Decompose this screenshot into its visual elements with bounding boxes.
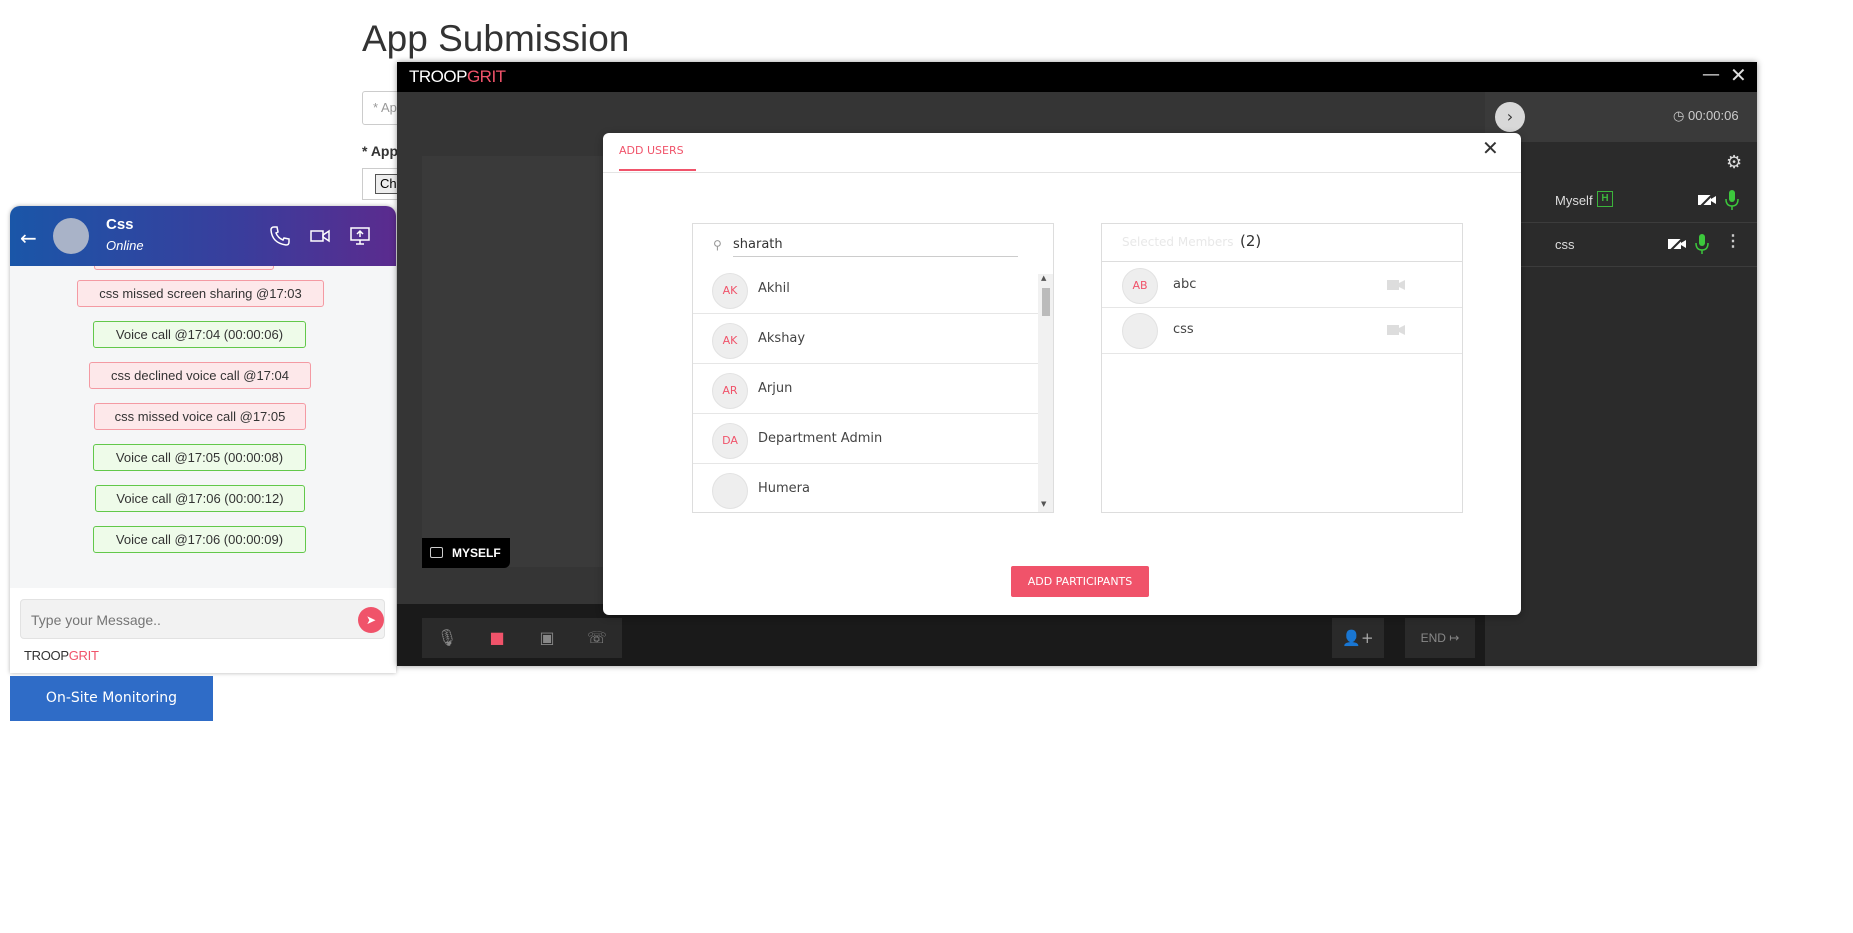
add-participant-icon[interactable]: 👤+ <box>1332 618 1384 658</box>
message-bubble: css missed screen sharing @17:03 <box>77 280 324 307</box>
message-bubble: css missed voice call @17:05 <box>94 403 306 430</box>
more-options-icon[interactable]: ⋮ <box>1725 231 1741 251</box>
avatar <box>1122 313 1158 349</box>
avatar: AK <box>712 273 748 309</box>
scroll-up-icon[interactable]: ▲ <box>1041 274 1046 282</box>
screen-share-icon[interactable] <box>348 224 372 248</box>
close-icon[interactable]: ✕ <box>1482 136 1499 160</box>
video-off-icon[interactable] <box>1667 235 1687 253</box>
message-input-box[interactable]: ➤ <box>20 599 385 639</box>
message-bubble: Voice call @17:04 (00:00:06) <box>93 321 306 348</box>
video-icon[interactable] <box>1387 324 1405 336</box>
message-bubble: Voice call @17:06 (00:00:09) <box>93 526 306 553</box>
microphone-icon[interactable]: 🎙 <box>422 618 472 658</box>
member-name: abc <box>1173 277 1197 292</box>
camera-icon <box>430 547 443 558</box>
selected-count: (2) <box>1240 232 1262 250</box>
scrollbar[interactable]: ▲ ▼ <box>1038 274 1053 512</box>
host-badge: H <box>1597 191 1613 207</box>
avatar: DA <box>712 423 748 459</box>
chevron-right-icon[interactable]: › <box>1495 102 1525 132</box>
call-timer: ◷ 00:00:06 <box>1673 108 1739 123</box>
user-name: Akhil <box>758 281 790 296</box>
participants-panel: › ◷ 00:00:06 ⚙ Myself H css ⋮ <box>1485 92 1757 666</box>
search-input[interactable] <box>733 233 1018 257</box>
list-item[interactable]: AR Arjun <box>693 364 1038 414</box>
file-chooser[interactable]: Ch <box>362 168 403 200</box>
avatar: AK <box>712 323 748 359</box>
app-field-label: * App <box>362 143 399 159</box>
video-off-icon[interactable] <box>1697 191 1717 209</box>
selected-members-panel: Selected Members (2) AB abc css <box>1101 223 1463 513</box>
avatar <box>53 218 89 254</box>
divider <box>603 172 1521 173</box>
video-call-icon[interactable] <box>308 224 332 248</box>
panel-header: › ◷ 00:00:06 <box>1485 92 1757 142</box>
user-name: Akshay <box>758 331 806 346</box>
search-icon: ⚲ <box>713 238 722 252</box>
close-icon[interactable]: ✕ <box>1730 63 1747 87</box>
avatar <box>712 473 748 509</box>
onsite-monitoring-button[interactable]: On-Site Monitoring <box>10 676 213 721</box>
back-arrow-icon[interactable]: ← <box>20 226 37 250</box>
avatar: AR <box>712 373 748 409</box>
message-bubble: Voice call @17:05 (00:00:08) <box>93 444 306 471</box>
add-users-modal: ADD USERS ✕ ⚲ AK Akhil AK Akshay AR Arju… <box>603 133 1521 615</box>
screen-share-icon[interactable]: ▣ <box>522 618 572 658</box>
chat-header: ← Css Online <box>10 206 396 266</box>
scrollbar-thumb[interactable] <box>1042 288 1050 316</box>
camera-off-icon[interactable]: ■ <box>472 618 522 658</box>
participant-name: css <box>1555 237 1575 252</box>
list-item[interactable]: DA Department Admin <box>693 414 1038 464</box>
participant-row: Myself H <box>1485 179 1757 223</box>
user-name: Arjun <box>758 381 793 396</box>
gear-icon[interactable]: ⚙ <box>1726 152 1742 173</box>
microphone-icon[interactable] <box>1725 189 1739 211</box>
chat-messages[interactable]: css missed screen sharing @17:03 Voice c… <box>10 266 396 588</box>
page-title: App Submission <box>362 18 630 59</box>
message-input[interactable] <box>31 608 331 632</box>
list-item[interactable]: AK Akhil <box>693 264 1038 314</box>
list-item: AB abc <box>1102 262 1462 308</box>
list-item: css <box>1102 308 1462 354</box>
user-name: Humera <box>758 481 810 496</box>
contact-status: Online <box>106 238 144 253</box>
participant-name: Myself <box>1555 193 1593 208</box>
end-call-button[interactable]: END ↦ <box>1405 618 1475 658</box>
list-item[interactable]: AK Akshay <box>693 314 1038 364</box>
selected-title: Selected Members <box>1122 235 1234 249</box>
user-list-panel: ⚲ AK Akhil AK Akshay AR Arjun DA Departm… <box>692 223 1054 513</box>
phone-icon[interactable]: ☏ <box>572 618 622 658</box>
selected-header: Selected Members (2) <box>1102 224 1462 262</box>
member-name: css <box>1173 322 1194 337</box>
minimize-icon[interactable]: — <box>1702 64 1720 85</box>
message-bubble: Voice call @17:06 (00:00:12) <box>95 485 305 512</box>
contact-name: Css <box>106 216 134 233</box>
add-participants-button[interactable]: ADD PARTICIPANTS <box>1011 566 1149 597</box>
chat-widget: ← Css Online css missed screen sharing @… <box>10 206 396 673</box>
scroll-down-icon[interactable]: ▼ <box>1041 500 1046 508</box>
send-icon[interactable]: ➤ <box>358 607 384 633</box>
participant-row: css ⋮ <box>1485 223 1757 267</box>
microphone-icon[interactable] <box>1695 233 1709 255</box>
call-titlebar: TROOPGRIT — ✕ <box>397 62 1757 92</box>
message-bubble: css declined voice call @17:04 <box>89 362 311 389</box>
video-icon[interactable] <box>1387 279 1405 291</box>
self-video-tag: MYSELF <box>422 538 510 568</box>
active-tab-indicator <box>619 169 696 171</box>
phone-icon[interactable] <box>268 224 292 248</box>
call-brand-logo: TROOPGRIT <box>409 67 506 86</box>
chat-brand-logo: TROOPGRIT <box>24 648 99 663</box>
message-bubble <box>94 266 274 270</box>
avatar: AB <box>1122 268 1158 304</box>
user-name: Department Admin <box>758 431 883 446</box>
tab-add-users[interactable]: ADD USERS <box>619 144 684 166</box>
list-item[interactable]: Humera <box>693 464 1038 512</box>
